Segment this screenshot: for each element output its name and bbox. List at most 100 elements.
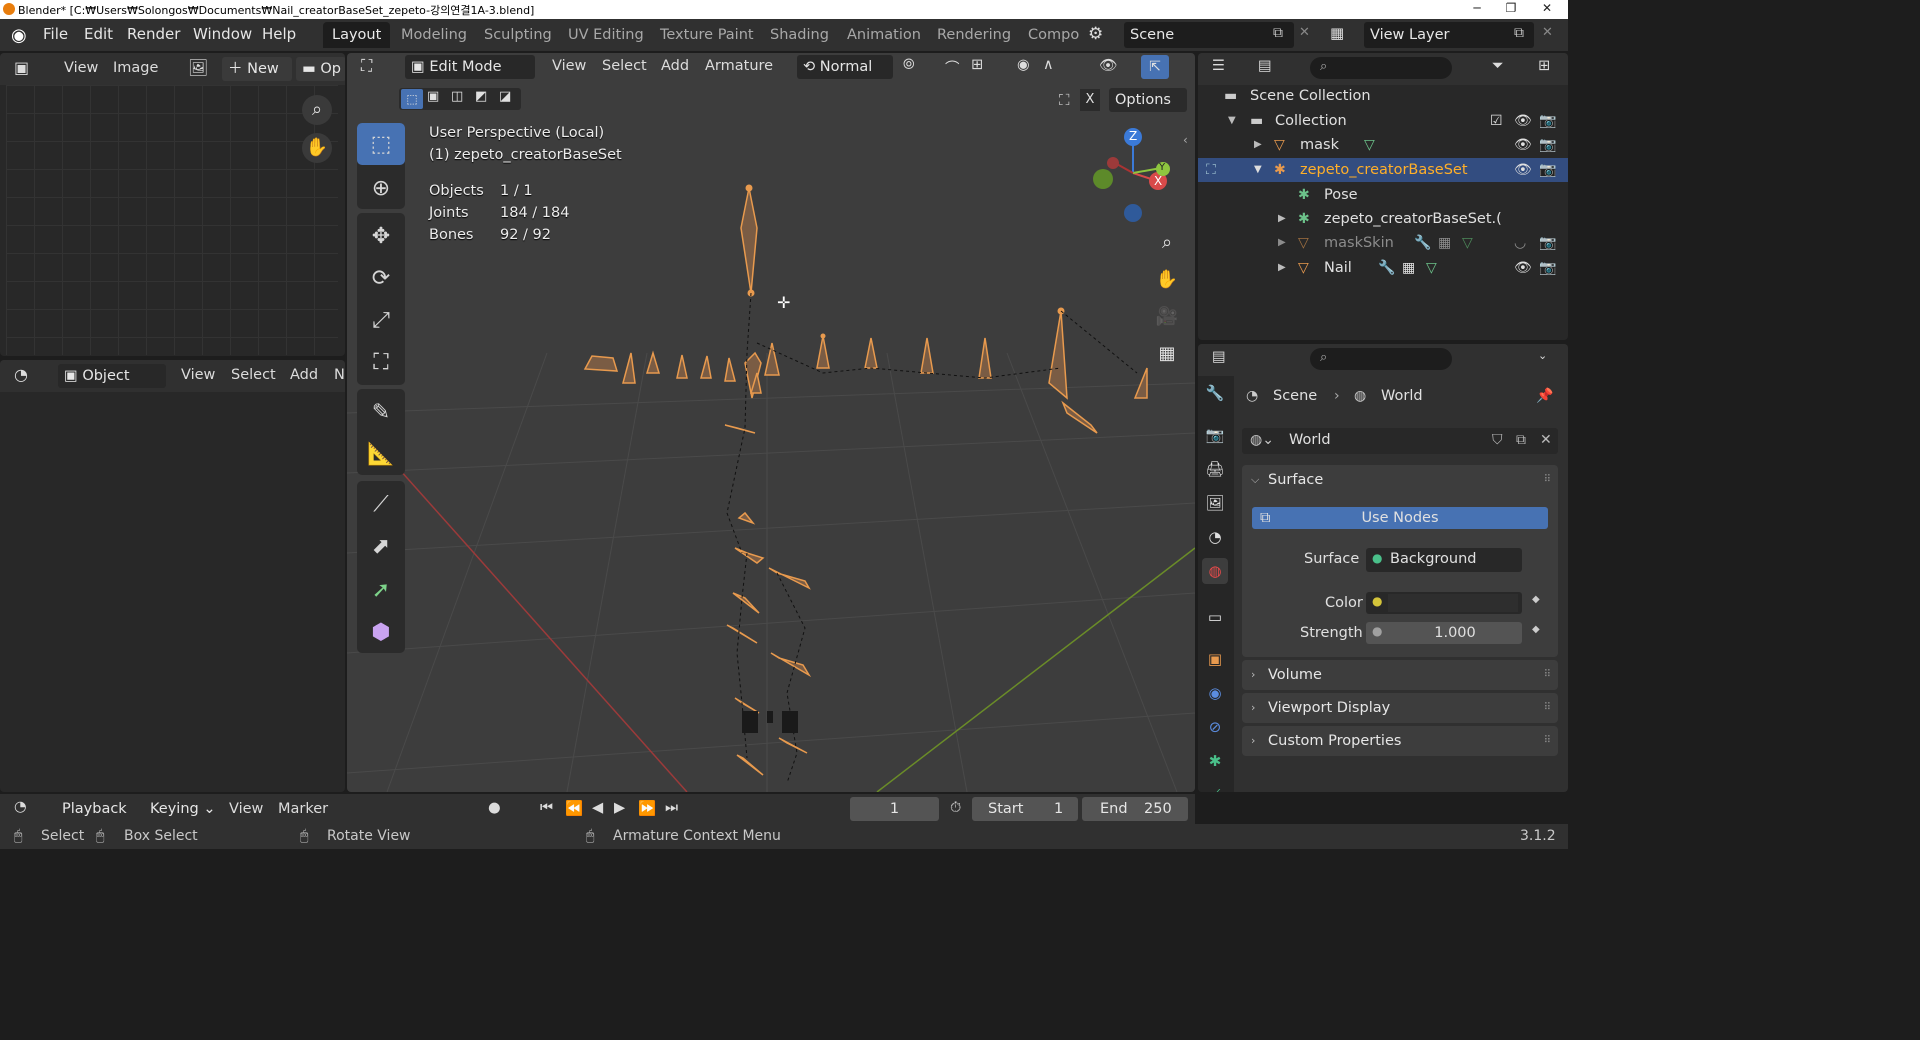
checkbox-icon[interactable]: ☑ bbox=[1490, 109, 1503, 133]
object-tab-icon[interactable]: ▣ bbox=[1202, 646, 1228, 672]
edit-mode-dropdown[interactable]: ▣ Edit Mode bbox=[405, 55, 535, 79]
pin-icon[interactable]: 📌 bbox=[1536, 388, 1553, 404]
use-nodes-button[interactable]: ⧉ Use Nodes bbox=[1252, 507, 1548, 529]
left-view-menu[interactable]: View bbox=[181, 367, 215, 383]
image-editor-grid[interactable] bbox=[6, 85, 338, 355]
transform-orientation-dropdown[interactable]: ⟲ Normal bbox=[797, 55, 893, 79]
pan-view-icon[interactable]: ✋ bbox=[1152, 265, 1182, 295]
menu-window[interactable]: Window bbox=[193, 25, 252, 43]
close-window-button[interactable]: ✕ bbox=[1530, 0, 1564, 19]
camera-icon[interactable]: 📷 bbox=[1539, 158, 1556, 182]
select-intersect-icon[interactable]: ◪ bbox=[499, 89, 511, 104]
viewport-view-menu[interactable]: View bbox=[552, 58, 586, 74]
expand-armature-icon[interactable]: ▼ bbox=[1254, 158, 1262, 182]
view-layer-field[interactable]: View Layer bbox=[1364, 22, 1534, 48]
outliner-row-mask[interactable]: ▶ ▽ mask ▽ 👁 📷 bbox=[1198, 133, 1568, 157]
view-layer-icon[interactable]: ▦ bbox=[1330, 24, 1344, 42]
left-select-menu[interactable]: Select bbox=[231, 367, 276, 383]
unlink-icon[interactable]: ✕ bbox=[1540, 432, 1552, 448]
drag-handle-icon[interactable]: ⠿ bbox=[1544, 465, 1551, 495]
zoom-icon[interactable]: ⌕ bbox=[302, 95, 332, 125]
menu-render[interactable]: Render bbox=[127, 25, 180, 43]
minimize-button[interactable]: ─ bbox=[1460, 0, 1494, 19]
current-frame-field[interactable]: 1 bbox=[850, 797, 939, 821]
proportional-edit-icon[interactable]: ◉ bbox=[1017, 57, 1030, 73]
outliner-row-scene-collection[interactable]: ▬ Scene Collection bbox=[1198, 84, 1568, 108]
next-keyframe-icon[interactable]: ⏩ bbox=[638, 800, 656, 817]
menu-help[interactable]: Help bbox=[262, 25, 296, 43]
edit-mode-indicator-icon[interactable]: ⛶ bbox=[1206, 158, 1216, 182]
tab-rendering[interactable]: Rendering bbox=[928, 22, 1020, 48]
previous-keyframe-icon[interactable]: ⏪ bbox=[565, 800, 583, 817]
perspective-toggle-icon[interactable]: ▦ bbox=[1152, 339, 1182, 369]
output-tab-icon[interactable]: 🖨 bbox=[1202, 456, 1228, 482]
move-tool-icon[interactable]: ✥ bbox=[357, 215, 405, 257]
physics-tab-icon[interactable]: ◉ bbox=[1202, 680, 1228, 706]
expand-mask-icon[interactable]: ▶ bbox=[1254, 133, 1262, 157]
measure-tool-icon[interactable]: 📐 bbox=[357, 433, 405, 475]
eye-hidden-icon[interactable]: ◡ bbox=[1514, 231, 1526, 255]
sidebar-toggle-icon[interactable]: ‹ bbox=[1183, 133, 1188, 147]
jump-end-icon[interactable]: ⏭ bbox=[665, 800, 678, 816]
constraints-tab-icon[interactable]: ⊘ bbox=[1202, 714, 1228, 740]
options-dropdown[interactable]: Options bbox=[1109, 88, 1187, 112]
keying-menu[interactable]: Keying ⌄ bbox=[144, 797, 216, 821]
jump-start-icon[interactable]: ⏮ bbox=[540, 800, 553, 816]
viewport-add-menu[interactable]: Add bbox=[661, 58, 689, 74]
surface-shader-field[interactable]: ● Background bbox=[1366, 548, 1522, 572]
outliner-editor-type-icon[interactable]: ☰ bbox=[1212, 58, 1225, 74]
select-new-icon[interactable]: ⬚ bbox=[401, 89, 423, 109]
falloff-icon[interactable]: ∧ bbox=[1043, 57, 1054, 73]
tab-shading[interactable]: Shading bbox=[761, 22, 838, 48]
play-icon[interactable]: ▶ bbox=[614, 800, 625, 816]
gizmo-toggle-icon[interactable]: ⇱ bbox=[1141, 55, 1169, 79]
new-view-layer-icon[interactable]: ⧉ bbox=[1514, 25, 1524, 41]
select-box-tool-icon[interactable]: ⬚ bbox=[357, 123, 405, 165]
end-frame-field[interactable]: End 250 bbox=[1082, 797, 1188, 821]
delete-view-layer-icon[interactable]: ✕ bbox=[1542, 25, 1553, 40]
menu-file[interactable]: File bbox=[43, 25, 68, 43]
camera-icon[interactable]: 📷 bbox=[1539, 109, 1556, 133]
outliner-row-collection[interactable]: ▼ ▬ Collection ☑ 👁 📷 bbox=[1198, 109, 1568, 133]
mirror-x-button[interactable]: X bbox=[1080, 89, 1100, 111]
duplicate-icon[interactable]: ⧉ bbox=[1516, 432, 1526, 448]
color-field[interactable]: ● bbox=[1366, 592, 1522, 614]
properties-editor-type-icon[interactable]: ▤ bbox=[1212, 349, 1226, 365]
filter-icon[interactable]: ⏷ bbox=[1492, 58, 1504, 74]
volume-panel-header[interactable]: › Volume ⠿ bbox=[1242, 660, 1558, 690]
eye-icon[interactable]: 👁 bbox=[1514, 256, 1532, 280]
eye-icon[interactable]: 👁 bbox=[1514, 158, 1532, 182]
viewport-display-subpanel[interactable]: › Viewport Display ⠿ bbox=[1242, 693, 1558, 723]
world-tab-icon[interactable]: ◍ bbox=[1202, 558, 1228, 584]
tab-animation[interactable]: Animation bbox=[838, 22, 930, 48]
snap-icon[interactable]: ⌒ bbox=[945, 57, 960, 78]
display-mode-icon[interactable]: ▤ bbox=[1258, 58, 1272, 74]
playback-menu[interactable]: Playback ⌄ bbox=[56, 797, 142, 841]
envelope-tool-icon[interactable]: ⬢ bbox=[357, 611, 405, 653]
collection-tab-icon[interactable]: ▭ bbox=[1202, 604, 1228, 630]
surface-panel-header[interactable]: ⌵ Surface ⠿ bbox=[1242, 465, 1558, 495]
tab-modeling[interactable]: Modeling bbox=[392, 22, 476, 48]
outliner-row-pose[interactable]: ✱ Pose bbox=[1198, 183, 1568, 207]
eye-icon[interactable]: 👁 bbox=[1514, 109, 1532, 133]
drag-handle-icon[interactable]: ⠿ bbox=[1544, 726, 1551, 756]
tab-layout[interactable]: Layout bbox=[323, 22, 391, 48]
tab-uv-editing[interactable]: UV Editing bbox=[559, 22, 653, 48]
expand-maskskin-icon[interactable]: ▶ bbox=[1278, 231, 1286, 255]
editor-type-icon[interactable]: ▣ bbox=[14, 58, 29, 77]
tab-texture-paint[interactable]: Texture Paint bbox=[651, 22, 763, 48]
tool-tab-icon[interactable]: 🔧 bbox=[1202, 380, 1228, 406]
drag-handle-icon[interactable]: ⠿ bbox=[1544, 693, 1551, 723]
camera-icon[interactable]: 📷 bbox=[1539, 133, 1556, 157]
image-browse-icon[interactable]: 🖼 bbox=[188, 58, 208, 77]
zoom-view-icon[interactable]: ⌕ bbox=[1152, 228, 1182, 258]
outliner-row-nail[interactable]: ▶ ▽ Nail 🔧 ▦ ▽ 👁 📷 bbox=[1198, 256, 1568, 280]
open-image-button[interactable]: ▬ Op bbox=[296, 57, 345, 81]
select-subtract-icon[interactable]: ◫ bbox=[451, 89, 463, 104]
custom-properties-panel-header[interactable]: › Custom Properties ⠿ bbox=[1242, 726, 1558, 756]
tab-sculpting[interactable]: Sculpting bbox=[475, 22, 561, 48]
3d-viewport[interactable]: ⛶ ▣ Edit Mode View Select Add Armature ⟲… bbox=[347, 53, 1195, 792]
image-editor-view-menu[interactable]: View bbox=[64, 60, 98, 76]
left-more-menu[interactable]: N bbox=[334, 367, 345, 383]
left-add-menu[interactable]: Add bbox=[290, 367, 318, 383]
